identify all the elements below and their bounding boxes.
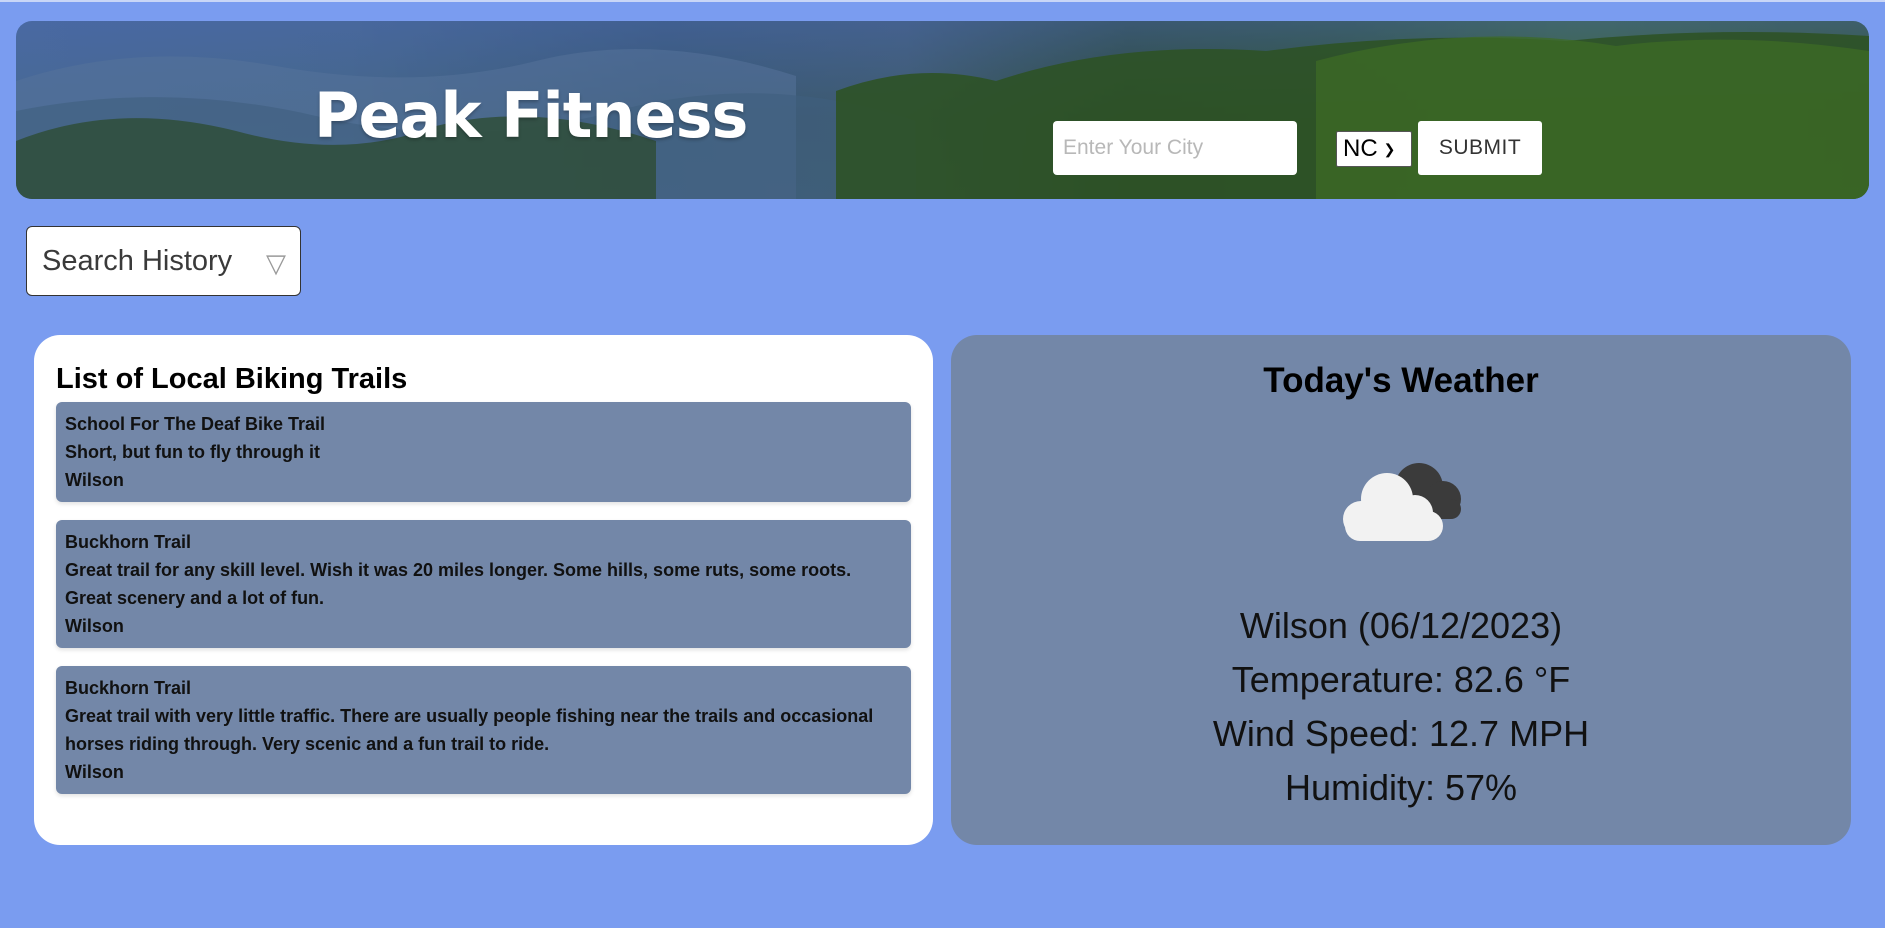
site-title: Peak Fitness	[314, 79, 748, 152]
trail-city: Wilson	[65, 762, 124, 782]
weather-wind-speed: Wind Speed: 12.7 MPH	[1212, 713, 1590, 754]
city-input[interactable]	[1053, 121, 1297, 175]
search-history-label: Search History	[42, 244, 233, 277]
weather-panel: Today's Weather Wilson (06/12/2023) Temp…	[951, 335, 1851, 845]
trail-name: Buckhorn Trail	[65, 532, 192, 552]
trails-panel: List of Local Biking Trails School For T…	[34, 335, 933, 845]
trail-name: School For The Deaf Bike Trail	[65, 414, 326, 434]
cloudy-icon	[1343, 463, 1461, 541]
trail-name: Buckhorn Trail	[65, 678, 192, 698]
submit-button[interactable]: SUBMIT	[1418, 121, 1542, 175]
weather-city-date: Wilson (06/12/2023)	[1239, 605, 1563, 646]
mountain-forest-background	[16, 32, 1869, 199]
search-history-dropdown[interactable]: Search History ▽	[26, 226, 301, 296]
triangle-down-icon: ▽	[266, 249, 286, 279]
trail-card: Buckhorn Trail Great trail with very lit…	[56, 666, 911, 794]
trail-card: Buckhorn Trail Great trail for any skill…	[56, 520, 911, 648]
trail-description: Great trail for any skill level. Wish it…	[65, 560, 852, 608]
page: Peak Fitness NC ❯ SUBMIT Search History …	[0, 0, 1885, 928]
chevron-down-icon: ❯	[1383, 140, 1396, 157]
weather-humidity: Humidity: 57%	[1284, 767, 1518, 808]
state-select[interactable]: NC ❯	[1336, 131, 1412, 167]
state-select-value: NC	[1343, 135, 1378, 162]
trails-title: List of Local Biking Trails	[56, 363, 408, 395]
trail-description: Great trail with very little traffic. Th…	[65, 706, 874, 754]
weather-title: Today's Weather	[1263, 361, 1539, 400]
header-banner: Peak Fitness NC ❯ SUBMIT	[16, 21, 1869, 199]
trail-city: Wilson	[65, 616, 124, 636]
weather-temperature: Temperature: 82.6 °F	[1231, 659, 1571, 700]
trail-description: Short, but fun to fly through it	[65, 442, 320, 462]
trail-card: School For The Deaf Bike Trail Short, bu…	[56, 402, 911, 502]
trail-city: Wilson	[65, 470, 124, 490]
